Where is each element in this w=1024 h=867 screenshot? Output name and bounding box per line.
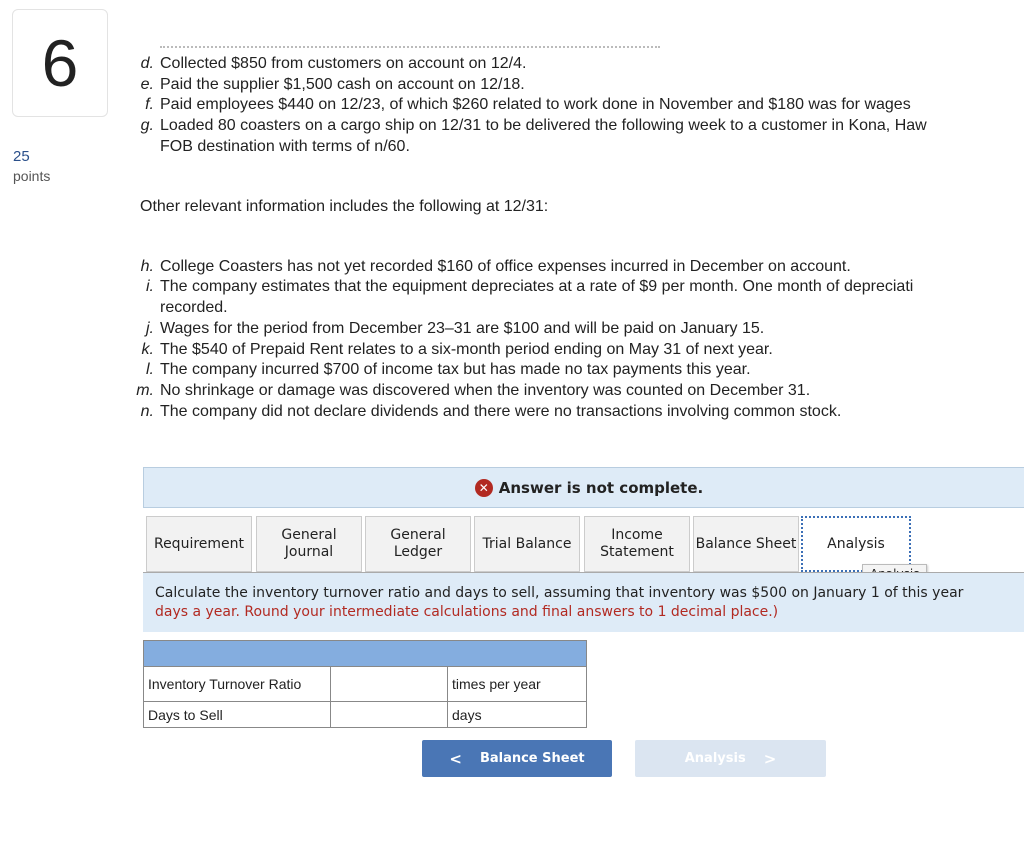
- item-text: No shrinkage or damage was discovered wh…: [160, 382, 811, 399]
- instructions-line: Calculate the inventory turnover ratio a…: [155, 585, 964, 601]
- tab-general-ledger[interactable]: General Ledger: [365, 516, 471, 572]
- item-text: The company did not declare dividends an…: [160, 403, 842, 420]
- instructions: Calculate the inventory turnover ratio a…: [143, 572, 1024, 632]
- points-label: points: [13, 168, 51, 184]
- item-text: The company estimates that the equipment…: [160, 278, 914, 295]
- item-text: recorded.: [160, 299, 228, 316]
- item-text: Loaded 80 coasters on a cargo ship on 12…: [160, 117, 927, 134]
- row-label: Days to Sell: [143, 701, 331, 728]
- other-info-intro: Other relevant information includes the …: [140, 198, 549, 215]
- tab-income-statement[interactable]: Income Statement: [584, 516, 690, 572]
- banner-text: Answer is not complete.: [498, 478, 704, 497]
- item-letter: j.: [146, 320, 154, 337]
- next-label: Analysis: [684, 751, 746, 766]
- item-letter: g.: [140, 117, 154, 134]
- item-letter: h.: [140, 258, 154, 275]
- tab-general-journal[interactable]: General Journal: [256, 516, 362, 572]
- item-letter: i.: [146, 278, 154, 295]
- item-text: Collected $850 from customers on account…: [160, 55, 527, 72]
- item-letter: d.: [140, 55, 154, 72]
- prev-balance-sheet-button[interactable]: < Balance Sheet: [422, 740, 612, 777]
- row-unit: times per year: [447, 666, 587, 702]
- item-text: Wages for the period from December 23–31…: [160, 320, 765, 337]
- item-letter: e.: [140, 76, 154, 93]
- row-unit: days: [447, 701, 587, 728]
- points-value: 25: [13, 148, 30, 165]
- item-text: Paid employees $440 on 12/23, of which $…: [160, 96, 911, 113]
- x-circle-icon: ✕: [474, 478, 493, 497]
- table-row: Inventory Turnover Ratio times per year: [143, 666, 587, 702]
- item-text: Paid the supplier $1,500 cash on account…: [160, 76, 525, 93]
- tab-trial-balance[interactable]: Trial Balance: [474, 516, 580, 572]
- tab-requirement[interactable]: Requirement: [146, 516, 252, 572]
- item-text: The company incurred $700 of income tax …: [160, 361, 751, 378]
- item-text: The $540 of Prepaid Rent relates to a si…: [160, 341, 773, 358]
- item-letter: f.: [145, 96, 154, 113]
- days-to-sell-input[interactable]: [330, 701, 448, 728]
- item-letter: l.: [146, 361, 154, 378]
- table-row: Days to Sell days: [143, 701, 587, 728]
- item-text: FOB destination with terms of n/60.: [160, 138, 410, 155]
- instructions-note: days a year. Round your intermediate cal…: [155, 604, 779, 620]
- next-analysis-button: Analysis >: [635, 740, 826, 777]
- prev-label: Balance Sheet: [479, 751, 585, 766]
- clipped-text-line: [160, 46, 660, 48]
- item-letter: m.: [136, 382, 154, 399]
- item-letter: k.: [141, 341, 154, 358]
- question-number: 6: [12, 9, 108, 117]
- item-text: College Coasters has not yet recorded $1…: [160, 258, 851, 275]
- chevron-right-icon: >: [763, 749, 777, 768]
- inventory-turnover-input[interactable]: [330, 666, 448, 702]
- analysis-table: Inventory Turnover Ratio times per year …: [143, 640, 587, 728]
- item-letter: n.: [140, 403, 154, 420]
- table-header: [143, 640, 587, 667]
- chevron-left-icon: <: [449, 749, 462, 768]
- answer-status-banner: ✕ Answer is not complete.: [143, 467, 1024, 508]
- row-label: Inventory Turnover Ratio: [143, 666, 331, 702]
- tab-balance-sheet[interactable]: Balance Sheet: [693, 516, 799, 572]
